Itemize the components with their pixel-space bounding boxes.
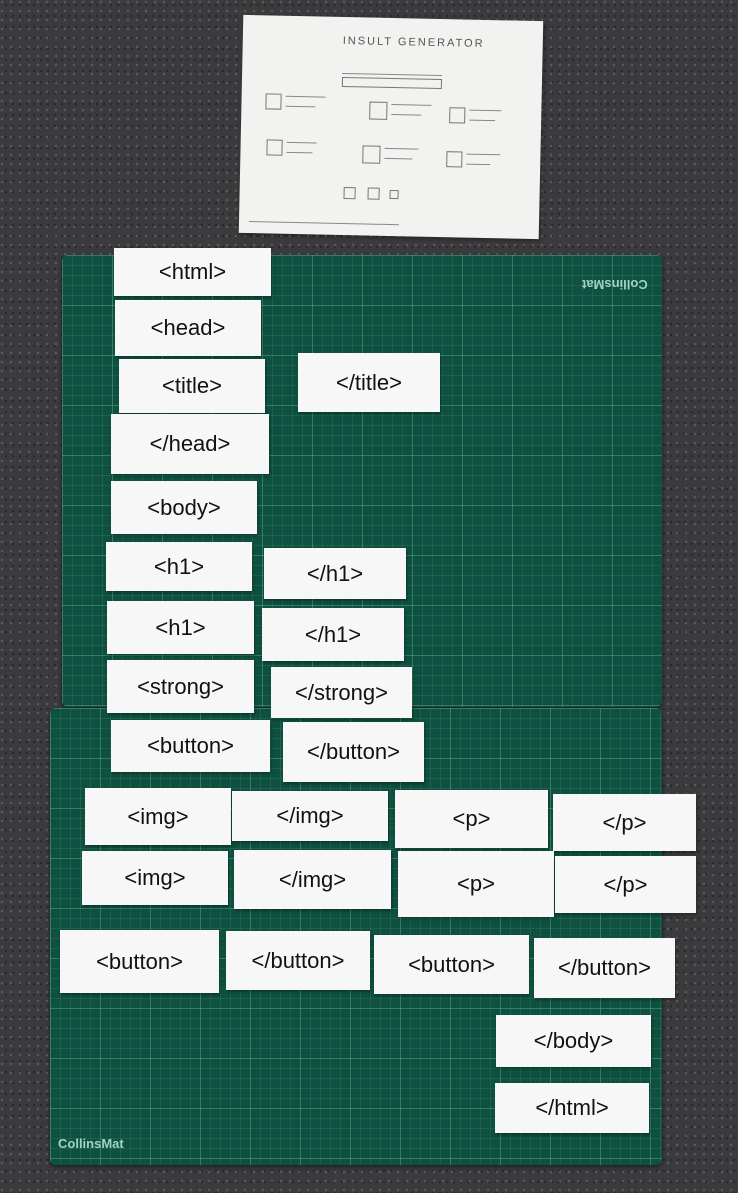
card-strong-open[interactable]: <strong>: [107, 660, 254, 713]
card-html-open[interactable]: <html>: [114, 248, 271, 296]
sketch-image-5: [362, 145, 381, 164]
wireframe-sketch: INSULT GENERATOR: [238, 14, 544, 240]
sketch-footer-note: [248, 221, 399, 226]
card-img-open-2[interactable]: <img>: [82, 851, 228, 905]
card-head-open[interactable]: <head>: [115, 300, 261, 356]
sketch-input-line: [342, 72, 443, 77]
card-html-close[interactable]: </html>: [495, 1083, 649, 1133]
sketch-button-3: [389, 189, 399, 200]
card-h1-close-1[interactable]: </h1>: [264, 548, 406, 599]
sketch-input-box: [341, 76, 443, 90]
card-h1-open-2[interactable]: <h1>: [107, 601, 254, 654]
card-head-close[interactable]: </head>: [111, 414, 269, 474]
sketch-button-2: [367, 187, 380, 200]
card-p-open-2[interactable]: <p>: [398, 851, 554, 917]
mat-brand-top: CollinsMat: [582, 277, 648, 292]
card-title-close[interactable]: </title>: [298, 353, 440, 412]
card-title-open[interactable]: <title>: [119, 359, 265, 413]
card-h1-close-2[interactable]: </h1>: [262, 608, 404, 661]
card-button-close-1[interactable]: </button>: [283, 722, 424, 782]
card-img-open-1[interactable]: <img>: [85, 788, 231, 845]
card-button-open-1[interactable]: <button>: [111, 720, 270, 772]
card-button-open-2[interactable]: <button>: [60, 930, 219, 993]
card-p-close-1[interactable]: </p>: [553, 794, 696, 851]
card-button-close-3[interactable]: </button>: [534, 938, 675, 998]
sketch-image-2: [369, 101, 388, 120]
card-p-close-2[interactable]: </p>: [555, 856, 696, 913]
mat-brand-bottom: CollinsMat: [58, 1136, 124, 1151]
card-button-open-3[interactable]: <button>: [374, 935, 529, 994]
card-body-close[interactable]: </body>: [496, 1015, 651, 1067]
card-p-open-1[interactable]: <p>: [395, 790, 548, 848]
sketch-image-4: [266, 139, 283, 156]
sketch-image-6: [446, 151, 463, 168]
sketch-image-1: [265, 93, 282, 110]
sketch-button-1: [343, 187, 356, 200]
card-strong-close[interactable]: </strong>: [271, 667, 412, 718]
card-button-close-2[interactable]: </button>: [226, 931, 370, 990]
card-img-close-1[interactable]: </img>: [232, 791, 388, 841]
sketch-title: INSULT GENERATOR: [342, 34, 485, 50]
card-body-open[interactable]: <body>: [111, 481, 257, 534]
sketch-image-3: [449, 107, 466, 124]
card-h1-open-1[interactable]: <h1>: [106, 542, 252, 591]
card-img-close-2[interactable]: </img>: [234, 850, 391, 909]
